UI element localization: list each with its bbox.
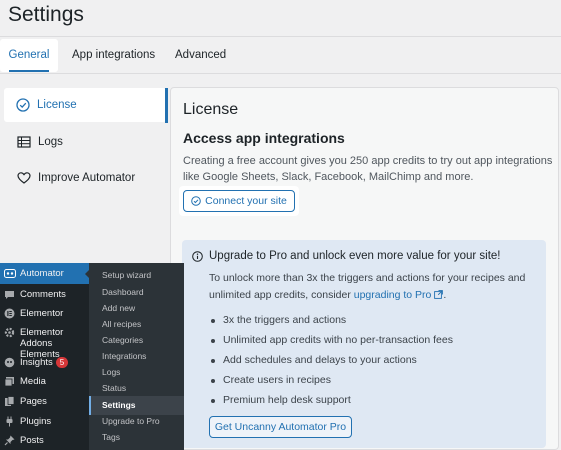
list-item: Add schedules and delays to your actions (209, 350, 453, 370)
sidebar-item-label: Improve Automator (38, 172, 136, 184)
info-icon (192, 250, 203, 262)
upgrade-title-text: Upgrade to Pro and unlock even more valu… (209, 250, 501, 262)
connect-site-label: Connect your site (205, 195, 287, 207)
license-panel: License Access app integrations Creating… (170, 87, 559, 450)
gear-icon (4, 327, 16, 338)
tab-general[interactable]: General (0, 39, 58, 72)
list-item: Unlimited app credits with no per-transa… (209, 330, 453, 350)
wp-menu-elementor[interactable]: Elementor (0, 308, 89, 319)
panel-title: License (183, 101, 239, 118)
submenu-logs[interactable]: Logs (89, 364, 184, 380)
submenu-categories[interactable]: Categories (89, 332, 184, 348)
panel-description: Creating a free account gives you 250 ap… (183, 155, 553, 183)
wp-menu-label: Elementor Addons Elements (20, 327, 64, 360)
wp-admin-menu: Automator Comments Elementor Elementor A… (0, 263, 184, 450)
list-item: Premium help desk support (209, 390, 453, 410)
upgrade-to-pro-link[interactable]: upgrading to Pro (354, 289, 444, 301)
connect-site-button[interactable]: Connect your site (183, 190, 295, 212)
tab-app-integrations[interactable]: App integrations (72, 37, 155, 74)
insights-icon (4, 357, 16, 368)
pin-icon (4, 435, 16, 446)
wp-menu-pages[interactable]: Pages (0, 396, 89, 407)
page-icon (4, 396, 16, 407)
wp-menu-label: Media (20, 376, 46, 387)
media-icon (4, 376, 16, 387)
upgrade-link-label: upgrading to Pro (353, 289, 432, 301)
sidebar-item-logs[interactable]: Logs (0, 124, 170, 160)
tab-advanced[interactable]: Advanced (175, 37, 226, 74)
submenu-add-new[interactable]: Add new (89, 300, 184, 316)
submenu-setup-wizard[interactable]: Setup wizard (89, 267, 184, 283)
check-circle-icon (191, 196, 201, 206)
upgrade-feature-list: 3x the triggers and actions Unlimited ap… (209, 310, 453, 410)
check-circle-icon (16, 98, 30, 112)
wp-menu-label: Pages (20, 396, 47, 407)
sidebar-active-indicator (165, 88, 168, 123)
wp-menu-posts[interactable]: Posts (0, 435, 89, 446)
wp-admin-menu-main: Automator Comments Elementor Elementor A… (0, 263, 90, 450)
submenu-upgrade-to-pro[interactable]: Upgrade to Pro (89, 413, 184, 429)
sidebar-item-label: Logs (38, 136, 63, 148)
connect-button-highlight: Connect your site (179, 186, 299, 216)
upgrade-title: Upgrade to Pro and unlock even more valu… (192, 250, 501, 262)
wp-menu-media[interactable]: Media (0, 376, 89, 387)
list-item: 3x the triggers and actions (209, 310, 453, 330)
sidebar-item-label: License (37, 99, 77, 111)
get-pro-button[interactable]: Get Uncanny Automator Pro (209, 416, 352, 438)
wp-menu-label: Elementor (20, 308, 64, 319)
upgrade-description: To unlock more than 3x the triggers and … (209, 270, 539, 305)
submenu-tags[interactable]: Tags (89, 429, 184, 445)
tab-active-underline (9, 70, 49, 72)
wp-automator-submenu: Setup wizard Dashboard Add new All recip… (89, 263, 184, 450)
external-link-icon (434, 288, 444, 305)
comment-icon (4, 289, 16, 300)
automator-icon (4, 268, 16, 279)
submenu-status[interactable]: Status (89, 380, 184, 396)
heart-icon (17, 171, 31, 185)
submenu-integrations[interactable]: Integrations (89, 348, 184, 364)
submenu-dashboard[interactable]: Dashboard (89, 284, 184, 300)
wp-menu-elementor-addons[interactable]: Elementor Addons Elements (0, 327, 89, 360)
upgrade-notice: Upgrade to Pro and unlock even more valu… (182, 240, 546, 448)
panel-subtitle: Access app integrations (183, 130, 345, 146)
submenu-all-recipes[interactable]: All recipes (89, 316, 184, 332)
wp-menu-label: Automator (20, 268, 64, 279)
table-icon (17, 135, 31, 149)
sidebar-item-improve-automator[interactable]: Improve Automator (0, 160, 170, 196)
list-item: Create users in recipes (209, 370, 453, 390)
tab-bar: General App integrations Advanced (0, 36, 561, 74)
plugin-icon (4, 416, 16, 427)
wp-menu-label: Posts (20, 435, 44, 446)
wp-menu-plugins[interactable]: Plugins (0, 416, 89, 427)
wp-menu-insights[interactable]: Insights 5 (0, 357, 89, 368)
elementor-icon (4, 308, 16, 319)
tab-general-label: General (8, 49, 50, 61)
sidebar-item-license[interactable]: License (4, 88, 166, 122)
wp-menu-label: Plugins (20, 416, 52, 427)
wp-menu-comments[interactable]: Comments (0, 289, 89, 300)
notification-badge: 5 (55, 357, 69, 368)
wp-menu-label: Comments (20, 289, 66, 300)
wp-menu-automator[interactable]: Automator (0, 263, 89, 284)
wp-menu-label: Insights (20, 357, 53, 368)
upgrade-desc-suffix: . (443, 289, 447, 301)
page-title: Settings (8, 3, 84, 26)
